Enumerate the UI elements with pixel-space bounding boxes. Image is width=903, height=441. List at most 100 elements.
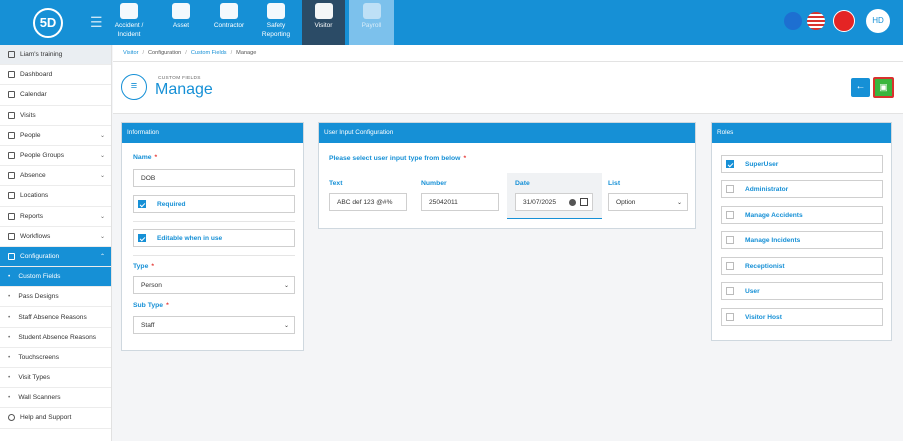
checkbox-icon <box>138 234 146 242</box>
subtype-select[interactable]: Staff ⌄ <box>133 316 295 334</box>
role-administrator[interactable]: Administrator <box>721 180 883 198</box>
type-label: Type * <box>133 263 155 270</box>
chevron-down-icon: ⌄ <box>99 233 105 240</box>
checkbox-icon <box>726 287 734 295</box>
page-header: ≡ CUSTOM FIELDS Manage ← ▣ <box>113 62 903 114</box>
sidebar-subitem-touchscreens[interactable]: • Touchscreens <box>0 347 111 368</box>
name-input[interactable]: DOB <box>133 169 295 187</box>
page-title: Manage <box>155 81 213 98</box>
subtype-label: Sub Type * <box>133 302 169 309</box>
sidebar-item-reports[interactable]: Reports ⌄ <box>0 207 111 227</box>
bullet-icon: • <box>8 353 11 361</box>
user-avatar[interactable]: HD <box>866 9 890 33</box>
reports-icon <box>8 212 15 220</box>
editable-checkbox[interactable]: Editable when in use <box>133 229 295 247</box>
accident-icon <box>120 3 138 19</box>
chevron-down-icon: ⌄ <box>676 199 682 206</box>
tab-visitor[interactable]: Visitor <box>302 0 345 45</box>
roles-title: Roles <box>712 123 891 143</box>
alert-icon[interactable] <box>833 10 855 32</box>
calendar-icon <box>8 91 15 99</box>
sidebar-item-people[interactable]: People ⌄ <box>0 126 111 146</box>
sidebar-item-people-groups[interactable]: People Groups ⌄ <box>0 146 111 167</box>
workflows-icon <box>8 232 15 240</box>
tab-accident-incident[interactable]: Accident / Incident <box>112 0 146 45</box>
sidebar-item-help[interactable]: Help and Support <box>0 408 111 429</box>
sidebar-item-configuration[interactable]: Configuration ⌃ <box>0 246 111 268</box>
arrow-left-icon: ← <box>855 81 866 92</box>
sidebar-subitem-pass-designs[interactable]: • Pass Designs <box>0 287 111 308</box>
absence-icon <box>8 172 15 180</box>
list-label: List <box>608 180 621 187</box>
name-label: Name * <box>133 154 158 161</box>
date-input[interactable]: 31/07/2025 <box>515 193 593 211</box>
role-visitor-host[interactable]: Visitor Host <box>721 308 883 326</box>
contractor-icon <box>220 3 238 19</box>
role-user[interactable]: User <box>721 282 883 300</box>
training-icon <box>8 51 15 59</box>
list-select[interactable]: Option ⌄ <box>608 193 688 211</box>
sidebar-subitem-wall-scanners[interactable]: • Wall Scanners <box>0 388 111 409</box>
help-icon <box>8 414 15 422</box>
breadcrumb: Visitor / Configuration / Custom Fields … <box>113 45 903 62</box>
sidebar-subitem-staff-absence-reasons[interactable]: • Staff Absence Reasons <box>0 307 111 328</box>
checkbox-icon <box>726 185 734 193</box>
sidebar-item-absence[interactable]: Absence ⌄ <box>0 166 111 187</box>
dashboard-icon <box>8 71 15 79</box>
people-icon <box>8 131 15 139</box>
safety-icon <box>267 3 285 19</box>
bullet-icon: • <box>8 374 11 382</box>
calendar-icon[interactable] <box>580 198 588 206</box>
checkbox-icon <box>726 211 734 219</box>
sidebar-subitem-visit-types[interactable]: • Visit Types <box>0 368 111 389</box>
sidebar-item-dashboard[interactable]: Dashboard <box>0 65 111 86</box>
text-input[interactable]: ABC def 123 @#% <box>329 193 407 211</box>
user-input-panel: User Input Configuration Please select u… <box>318 122 696 229</box>
bullet-icon: • <box>8 313 11 321</box>
breadcrumb-custom-fields[interactable]: Custom Fields <box>191 50 227 56</box>
top-bar: 5D ☰ Accident / Incident Asset Contracto… <box>0 0 903 45</box>
role-superuser[interactable]: SuperUser <box>721 155 883 173</box>
clear-icon[interactable] <box>569 198 576 206</box>
back-button[interactable]: ← <box>851 78 870 97</box>
tab-contractor[interactable]: Contractor <box>208 0 250 45</box>
sidebar-subitem-custom-fields[interactable]: • Custom Fields <box>0 267 111 288</box>
roles-panel: Roles SuperUser Administrator Manage Acc… <box>711 122 892 341</box>
role-receptionist[interactable]: Receptionist <box>721 257 883 275</box>
configuration-icon <box>8 252 15 260</box>
tab-payroll[interactable]: Payroll <box>349 0 394 45</box>
user-input-title: User Input Configuration <box>319 123 695 143</box>
sidebar-item-visits[interactable]: Visits <box>0 106 111 126</box>
save-button[interactable]: ▣ <box>873 77 894 98</box>
menu-toggle-icon[interactable]: ☰ <box>90 14 103 31</box>
chevron-down-icon: ⌄ <box>99 132 105 139</box>
people-groups-icon <box>8 152 15 160</box>
training-selector[interactable]: Liam's training <box>0 45 111 66</box>
app-logo[interactable]: 5D <box>33 8 63 38</box>
chevron-down-icon: ⌄ <box>99 213 105 220</box>
breadcrumb-configuration[interactable]: Configuration <box>148 50 181 56</box>
chevron-down-icon: ⌄ <box>99 153 105 160</box>
bell-icon[interactable] <box>784 12 802 30</box>
sidebar-subitem-student-absence-reasons[interactable]: • Student Absence Reasons <box>0 327 111 348</box>
user-input-prompt: Please select user input type from below… <box>329 155 467 162</box>
role-manage-incidents[interactable]: Manage Incidents <box>721 231 883 249</box>
date-label: Date <box>515 180 530 187</box>
role-manage-accidents[interactable]: Manage Accidents <box>721 206 883 224</box>
sidebar-item-locations[interactable]: Locations <box>0 186 111 207</box>
breadcrumb-visitor[interactable]: Visitor <box>123 50 138 56</box>
number-input[interactable]: 25042011 <box>421 193 499 211</box>
sidebar: Liam's training Dashboard Calendar Visit… <box>0 45 112 441</box>
flag-icon[interactable] <box>807 12 825 30</box>
breadcrumb-manage: Manage <box>236 50 257 56</box>
sidebar-item-workflows[interactable]: Workflows ⌄ <box>0 227 111 247</box>
checkbox-icon <box>726 236 734 244</box>
type-select[interactable]: Person ⌄ <box>133 276 295 294</box>
visits-icon <box>8 111 15 119</box>
save-icon: ▣ <box>879 82 888 92</box>
required-checkbox[interactable]: Required <box>133 195 295 213</box>
chevron-down-icon: ⌄ <box>283 322 289 329</box>
sidebar-item-calendar[interactable]: Calendar <box>0 85 111 106</box>
tab-asset[interactable]: Asset <box>162 0 200 45</box>
tab-safety-reporting[interactable]: Safety Reporting <box>255 0 297 45</box>
